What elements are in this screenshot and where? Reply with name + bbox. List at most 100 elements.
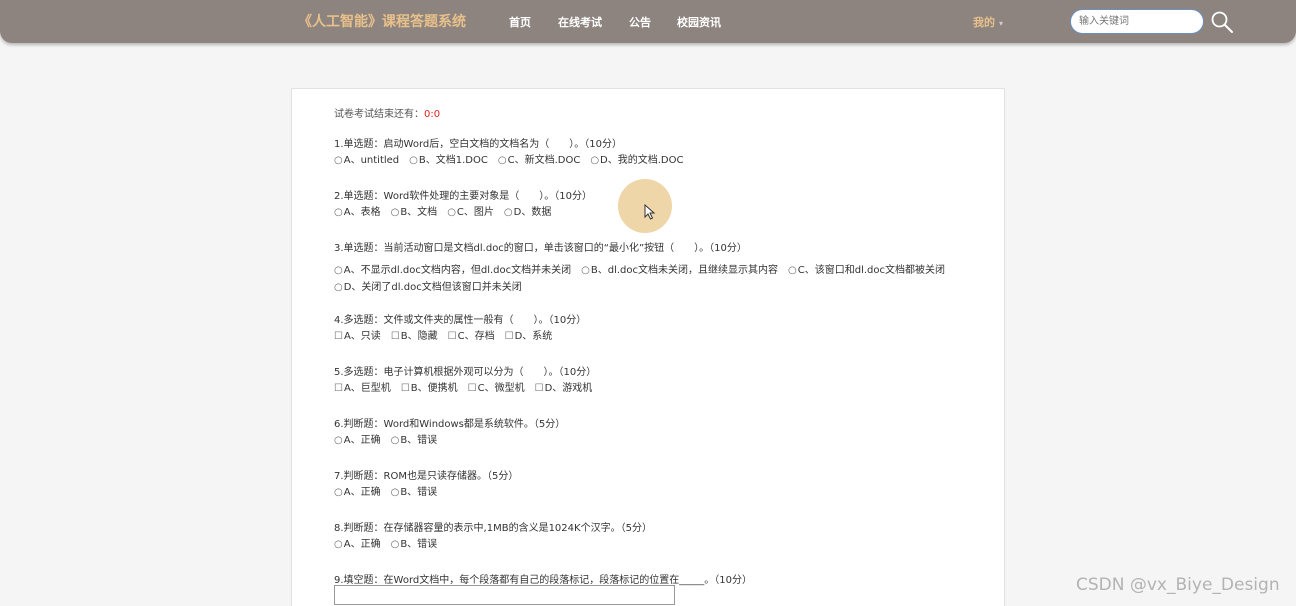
radio-icon[interactable]: ○ bbox=[334, 265, 343, 276]
watermark: CSDN @vx_Biye_Design bbox=[1076, 575, 1280, 595]
radio-option[interactable]: ○B、dl.doc文档未关闭，且继续显示其内容 bbox=[581, 265, 778, 276]
option-label: B、文档 bbox=[400, 207, 438, 218]
radio-option[interactable]: ○A、不显示dl.doc文档内容，但dl.doc文档并未关闭 bbox=[334, 265, 571, 276]
radio-option[interactable]: ○B、错误 bbox=[391, 435, 438, 446]
radio-icon[interactable]: ○ bbox=[391, 207, 400, 218]
checkbox-option[interactable]: ☐A、只读 bbox=[334, 331, 381, 342]
fill-answer-input[interactable] bbox=[334, 585, 675, 605]
radio-icon[interactable]: ○ bbox=[334, 539, 343, 550]
search-icon[interactable] bbox=[1210, 10, 1234, 34]
checkbox-option[interactable]: ☐B、便携机 bbox=[401, 383, 458, 394]
countdown-value: 0:0 bbox=[424, 109, 441, 120]
radio-icon[interactable]: ○ bbox=[334, 435, 343, 446]
checkbox-icon[interactable]: ☐ bbox=[391, 331, 400, 342]
radio-icon[interactable]: ○ bbox=[409, 155, 418, 166]
radio-icon[interactable]: ○ bbox=[391, 487, 400, 498]
option-label: C、图片 bbox=[456, 207, 494, 218]
option-label: A、正确 bbox=[343, 539, 381, 550]
radio-option[interactable]: ○D、数据 bbox=[504, 207, 551, 218]
option-row: ○A、正确 ○B、错误 bbox=[334, 535, 447, 550]
option-label: A、巨型机 bbox=[343, 383, 391, 394]
question-title: 3.单选题：当前活动窗口是文档dl.doc的窗口，单击该窗口的“最小化”按钮（ … bbox=[334, 243, 747, 254]
option-label: B、错误 bbox=[400, 435, 438, 446]
radio-option[interactable]: ○A、表格 bbox=[334, 207, 381, 218]
checkbox-icon[interactable]: ☐ bbox=[468, 383, 477, 394]
search-input[interactable] bbox=[1070, 9, 1204, 34]
question-title: 8.判断题：在存储器容量的表示中,1MB的含义是1024K个汉字。（5分） bbox=[334, 523, 652, 534]
option-label: D、关闭了dl.doc文档但该窗口并未关闭 bbox=[343, 282, 522, 293]
option-label: A、untitled bbox=[343, 155, 400, 166]
user-menu[interactable]: 我的 ▾ bbox=[973, 14, 1003, 30]
chevron-down-icon: ▾ bbox=[999, 19, 1004, 28]
radio-icon[interactable]: ○ bbox=[391, 435, 400, 446]
option-label: D、系统 bbox=[514, 331, 553, 342]
radio-option[interactable]: ○C、图片 bbox=[447, 207, 494, 218]
question-title: 5.多选题：电子计算机根据外观可以分为（ ）。（10分） bbox=[334, 367, 597, 378]
checkbox-option[interactable]: ☐D、游戏机 bbox=[535, 383, 593, 394]
option-label: B、便携机 bbox=[410, 383, 458, 394]
radio-icon[interactable]: ○ bbox=[447, 207, 456, 218]
checkbox-option[interactable]: ☐B、隐藏 bbox=[391, 331, 438, 342]
nav-online-exam[interactable]: 在线考试 bbox=[558, 14, 602, 30]
option-row: ○A、正确 ○B、错误 bbox=[334, 431, 447, 446]
radio-option[interactable]: ○B、错误 bbox=[391, 487, 438, 498]
question-title: 1.单选题：启动Word后，空白文档的文档名为（ ）。（10分） bbox=[334, 139, 622, 150]
option-row: ○A、正确 ○B、错误 bbox=[334, 483, 447, 498]
checkbox-icon[interactable]: ☐ bbox=[535, 383, 544, 394]
radio-option[interactable]: ○A、正确 bbox=[334, 487, 381, 498]
question-title: 7.判断题：ROM也是只读存储器。（5分） bbox=[334, 471, 519, 482]
radio-option[interactable]: ○B、文档1.DOC bbox=[409, 155, 488, 166]
radio-icon[interactable]: ○ bbox=[590, 155, 599, 166]
checkbox-option[interactable]: ☐D、系统 bbox=[505, 331, 553, 342]
radio-option[interactable]: ○D、我的文档.DOC bbox=[590, 155, 683, 166]
radio-option[interactable]: ○C、新文档.DOC bbox=[498, 155, 580, 166]
question-title: 2.单选题：Word软件处理的主要对象是（ ）。（10分） bbox=[334, 191, 592, 202]
checkbox-option[interactable]: ☐A、巨型机 bbox=[334, 383, 391, 394]
radio-option[interactable]: ○D、关闭了dl.doc文档但该窗口并未关闭 bbox=[334, 282, 522, 293]
checkbox-icon[interactable]: ☐ bbox=[334, 383, 343, 394]
radio-option[interactable]: ○C、该窗口和dl.doc文档都被关闭 bbox=[788, 265, 945, 276]
radio-icon[interactable]: ○ bbox=[334, 155, 343, 166]
option-row: ☐A、巨型机 ☐B、便携机 ☐C、微型机 ☐D、游戏机 bbox=[334, 379, 602, 394]
radio-icon[interactable]: ○ bbox=[504, 207, 513, 218]
radio-option[interactable]: ○B、错误 bbox=[391, 539, 438, 550]
checkbox-icon[interactable]: ☐ bbox=[334, 331, 343, 342]
radio-icon[interactable]: ○ bbox=[334, 282, 343, 293]
radio-icon[interactable]: ○ bbox=[391, 539, 400, 550]
radio-icon[interactable]: ○ bbox=[788, 265, 797, 276]
option-label: A、表格 bbox=[343, 207, 381, 218]
nav-home[interactable]: 首页 bbox=[509, 14, 531, 30]
checkbox-option[interactable]: ☐C、微型机 bbox=[468, 383, 525, 394]
checkbox-icon[interactable]: ☐ bbox=[448, 331, 457, 342]
radio-option[interactable]: ○A、正确 bbox=[334, 539, 381, 550]
option-row: ○A、untitled ○B、文档1.DOC ○C、新文档.DOC ○D、我的文档.D… bbox=[334, 151, 693, 166]
mouse-pointer-icon bbox=[644, 204, 656, 220]
option-row: ○A、不显示dl.doc文档内容，但dl.doc文档并未关闭 ○B、dl.doc文… bbox=[334, 261, 955, 276]
checkbox-icon[interactable]: ☐ bbox=[505, 331, 514, 342]
option-label: A、正确 bbox=[343, 435, 381, 446]
question-title: 4.多选题：文件或文件夹的属性一般有（ ）。（10分） bbox=[334, 315, 587, 326]
option-label: B、文档1.DOC bbox=[418, 155, 488, 166]
option-label: D、我的文档.DOC bbox=[600, 155, 684, 166]
radio-option[interactable]: ○A、正确 bbox=[334, 435, 381, 446]
option-label: D、数据 bbox=[513, 207, 552, 218]
radio-option[interactable]: ○B、文档 bbox=[391, 207, 438, 218]
option-label: B、隐藏 bbox=[400, 331, 438, 342]
option-row: ○D、关闭了dl.doc文档但该窗口并未关闭 bbox=[334, 278, 532, 293]
option-label: B、dl.doc文档未关闭，且继续显示其内容 bbox=[590, 265, 778, 276]
user-menu-label: 我的 bbox=[973, 16, 995, 29]
option-label: A、不显示dl.doc文档内容，但dl.doc文档并未关闭 bbox=[343, 265, 572, 276]
radio-icon[interactable]: ○ bbox=[334, 207, 343, 218]
checkbox-icon[interactable]: ☐ bbox=[401, 383, 410, 394]
radio-icon[interactable]: ○ bbox=[581, 265, 590, 276]
exam-paper: 试卷考试结束还有：0:0 1.单选题：启动Word后，空白文档的文档名为（ ）。… bbox=[291, 88, 1005, 606]
site-brand[interactable]: 《人工智能》课程答题系统 bbox=[298, 11, 466, 31]
option-row: ☐A、只读 ☐B、隐藏 ☐C、存档 ☐D、系统 bbox=[334, 327, 562, 342]
radio-icon[interactable]: ○ bbox=[498, 155, 507, 166]
radio-icon[interactable]: ○ bbox=[334, 487, 343, 498]
checkbox-option[interactable]: ☐C、存档 bbox=[448, 331, 495, 342]
radio-option[interactable]: ○A、untitled bbox=[334, 155, 399, 166]
nav-announcements[interactable]: 公告 bbox=[629, 14, 651, 30]
option-label: A、正确 bbox=[343, 487, 381, 498]
nav-campus-news[interactable]: 校园资讯 bbox=[677, 14, 721, 30]
